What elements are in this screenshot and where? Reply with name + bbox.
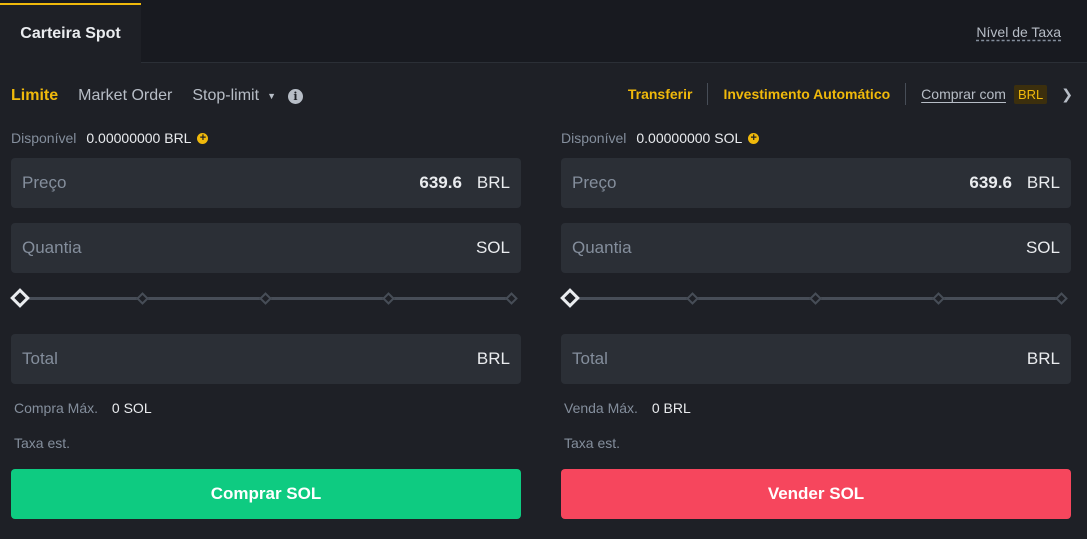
plus-circle-icon[interactable]: +	[748, 132, 760, 144]
amount-slider[interactable]	[560, 287, 1071, 309]
buy-panel: Disponível 0.00000000 BRL + Preço 639.6 …	[10, 0, 521, 539]
slider-step-50[interactable]	[809, 292, 822, 305]
amount-unit: SOL	[475, 238, 510, 257]
sell-button[interactable]: Vender SOL	[561, 469, 1071, 519]
amount-placeholder: Quantia	[572, 238, 632, 257]
slider-step-25[interactable]	[136, 292, 149, 305]
slider-step-75[interactable]	[382, 292, 395, 305]
total-input[interactable]: Total BRL	[561, 334, 1071, 384]
slider-step-100[interactable]	[505, 292, 518, 305]
max-buy-value: 0 SOL	[111, 400, 152, 416]
est-fee-label: Taxa est.	[564, 435, 621, 451]
price-value: 639.6	[419, 173, 462, 192]
price-unit: BRL	[1026, 173, 1060, 192]
slider-step-75[interactable]	[932, 292, 945, 305]
available-value: 0.00000000 SOL	[636, 130, 743, 146]
max-sell-row: Venda Máx. 0 BRL	[564, 400, 691, 416]
price-placeholder: Preço	[572, 173, 617, 192]
amount-placeholder: Quantia	[22, 238, 82, 257]
total-unit: BRL	[476, 349, 510, 368]
available-value: 0.00000000 BRL	[86, 130, 192, 146]
amount-input[interactable]: Quantia SOL	[561, 223, 1071, 273]
sell-panel: Disponível 0.00000000 SOL + Preço 639.6 …	[560, 0, 1071, 539]
max-buy-label: Compra Máx.	[14, 400, 99, 416]
price-placeholder: Preço	[22, 173, 67, 192]
price-input[interactable]: Preço 639.6 BRL	[561, 158, 1071, 208]
slider-step-50[interactable]	[259, 292, 272, 305]
max-sell-label: Venda Máx.	[564, 400, 638, 416]
plus-circle-icon[interactable]: +	[197, 132, 209, 144]
total-input[interactable]: Total BRL	[11, 334, 521, 384]
price-value: 639.6	[969, 173, 1012, 192]
slider-step-100[interactable]	[1055, 292, 1068, 305]
slider-handle[interactable]	[560, 288, 580, 308]
est-fee-row: Taxa est.	[14, 435, 80, 451]
est-fee-row: Taxa est.	[564, 435, 630, 451]
est-fee-label: Taxa est.	[14, 435, 71, 451]
available-label: Disponível	[561, 130, 627, 146]
amount-unit: SOL	[1025, 238, 1060, 257]
amount-slider[interactable]	[10, 287, 521, 309]
buy-button[interactable]: Comprar SOL	[11, 469, 521, 519]
total-placeholder: Total	[572, 349, 608, 368]
max-buy-row: Compra Máx. 0 SOL	[14, 400, 152, 416]
amount-input[interactable]: Quantia SOL	[11, 223, 521, 273]
price-input[interactable]: Preço 639.6 BRL	[11, 158, 521, 208]
available-balance: Disponível 0.00000000 BRL +	[11, 130, 209, 146]
slider-step-25[interactable]	[686, 292, 699, 305]
price-unit: BRL	[476, 173, 510, 192]
slider-handle[interactable]	[10, 288, 30, 308]
total-unit: BRL	[1026, 349, 1060, 368]
max-sell-value: 0 BRL	[651, 400, 691, 416]
available-balance: Disponível 0.00000000 SOL +	[561, 130, 760, 146]
total-placeholder: Total	[22, 349, 58, 368]
available-label: Disponível	[11, 130, 77, 146]
